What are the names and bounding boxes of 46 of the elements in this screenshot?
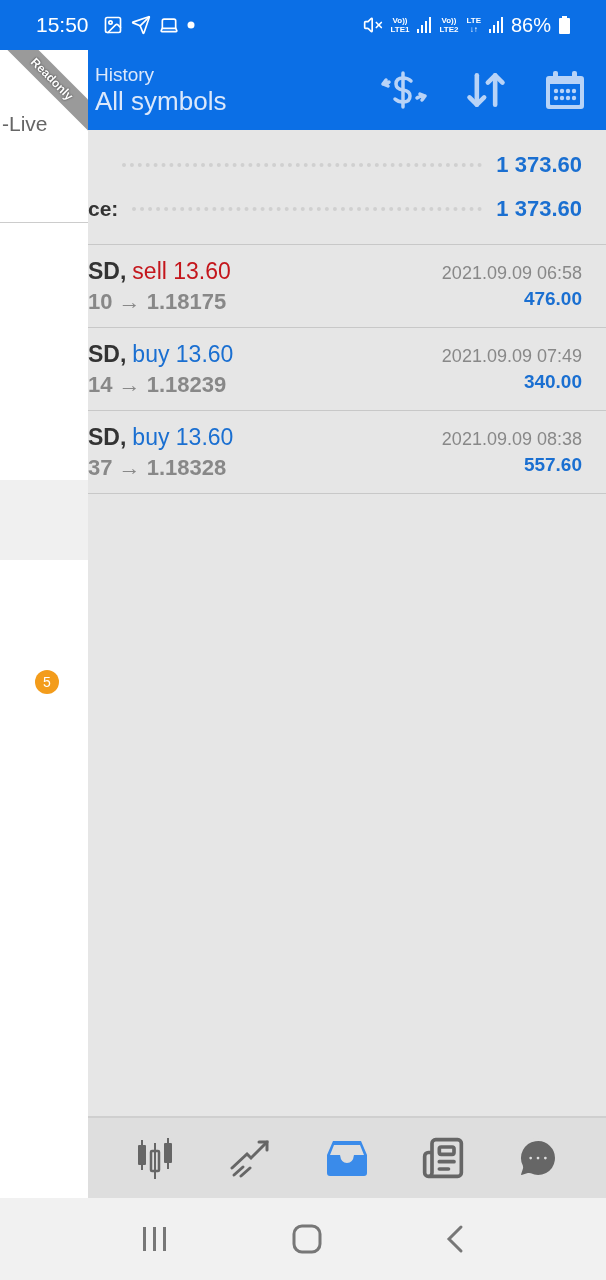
- laptop-icon: [158, 15, 179, 35]
- trade-profit: 476.00: [523, 287, 582, 310]
- send-icon: [130, 15, 151, 35]
- account-name: -Live: [2, 112, 49, 136]
- battery-level: 86%: [510, 13, 551, 37]
- summary-value: 1 373.60: [496, 152, 582, 178]
- image-icon: [102, 15, 123, 35]
- trade-symbol: SD,: [88, 423, 127, 451]
- newspaper-icon: [420, 1136, 465, 1180]
- count-badge: 5: [35, 670, 59, 694]
- trade-order: buy 13.60: [132, 423, 234, 451]
- back-button[interactable]: [444, 1224, 465, 1254]
- trade-time: 2021.09.09 08:38: [441, 428, 582, 450]
- trade-profit: 557.60: [523, 453, 582, 476]
- mute-icon: [362, 15, 383, 35]
- trade-symbol: SD,: [88, 340, 127, 368]
- dot-icon: [186, 21, 195, 29]
- trade-order: sell 13.60: [132, 257, 231, 285]
- network-label: LTE ↓↑: [466, 16, 481, 34]
- symbol-filter[interactable]: All symbols: [95, 85, 344, 117]
- calendar-button[interactable]: [544, 69, 586, 111]
- trade-profit: 340.00: [523, 370, 582, 393]
- trade-order: buy 13.60: [132, 340, 234, 368]
- screen-title: History: [95, 63, 156, 86]
- inbox-icon: [325, 1139, 369, 1177]
- signal-icon: [417, 17, 432, 33]
- network-label: Vo)) LTE1: [390, 16, 410, 34]
- trade-symbol: SD,: [88, 257, 127, 285]
- network-label: Vo)) LTE2: [439, 16, 459, 34]
- battery-icon: [559, 16, 570, 34]
- summary-value: 1 373.60: [496, 196, 582, 222]
- trade-row[interactable]: SD, buy 13.60 14 → 1.18239 2021.09.09 07:49 340.00: [88, 328, 606, 411]
- trade-prices: 14 → 1.18239: [88, 371, 228, 398]
- signal-icon: [488, 17, 503, 33]
- summary-label: ce:: [88, 197, 119, 221]
- trade-time: 2021.09.09 06:58: [441, 262, 582, 284]
- home-button[interactable]: [292, 1224, 322, 1254]
- clock: 15:50: [36, 13, 89, 37]
- currency-exchange-button[interactable]: [380, 70, 428, 110]
- trade-prices: 37 → 1.18328: [88, 454, 228, 481]
- trade-time: 2021.09.09 07:49: [441, 345, 582, 367]
- trade-prices: 10 → 1.18175: [88, 288, 228, 315]
- nav-tab[interactable]: [325, 1139, 369, 1177]
- trade-row[interactable]: SD, buy 13.60 37 → 1.18328 2021.09.09 08:38 557.60: [88, 411, 606, 494]
- trade-row[interactable]: SD, sell 13.60 10 → 1.18175 2021.09.09 06:58 476.00: [88, 245, 606, 328]
- nav-tab[interactable]: [420, 1136, 465, 1180]
